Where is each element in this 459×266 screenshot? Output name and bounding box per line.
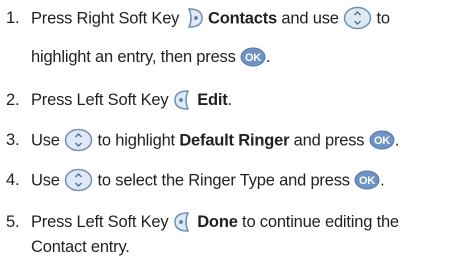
step-text: to select the Ringer Type and press	[93, 171, 355, 190]
step-1-line-1: Press Right Soft Key Contacts and use to	[31, 6, 390, 30]
step-4-line-1: Use to select the Ringer Type and press …	[31, 168, 385, 192]
step-number: 2.	[6, 91, 20, 109]
step-text: .	[266, 48, 271, 66]
step-text: and press	[289, 131, 369, 150]
step-2-line-1: Press Left Soft Key Edit.	[31, 89, 232, 111]
step-text: Use	[31, 171, 65, 190]
svg-text:OK: OK	[245, 52, 261, 64]
right-soft-key-icon	[184, 7, 204, 29]
left-soft-key-icon	[173, 89, 193, 111]
step-text: .	[394, 131, 400, 150]
step-text: Press Left Soft Key	[31, 213, 173, 231]
step-5-line-1: Press Left Soft Key Done to continue edi…	[31, 211, 399, 233]
done-label: Done	[197, 213, 238, 231]
step-number: 5.	[6, 213, 20, 231]
step-number: 4.	[6, 171, 20, 189]
navigation-key-icon	[343, 6, 372, 30]
step-text: Use	[31, 131, 65, 150]
step-text: to highlight	[93, 131, 180, 150]
step-1-line-2: highlight an entry, then press OK.	[31, 46, 271, 68]
navigation-key-icon	[64, 128, 93, 152]
step-number: 3.	[6, 131, 20, 149]
contacts-label: Contacts	[208, 9, 278, 28]
step-text: to continue editing the	[237, 213, 399, 231]
step-text: and use	[277, 9, 344, 28]
instruction-document: 1. Press Right Soft Key Contacts and use…	[0, 0, 459, 266]
svg-text:OK: OK	[359, 175, 375, 187]
ok-key-icon: OK	[240, 47, 266, 67]
step-text: highlight an entry, then press	[31, 48, 241, 66]
default-ringer-label: Default Ringer	[179, 131, 290, 150]
edit-label: Edit	[197, 91, 228, 109]
step-3-line-1: Use to highlight Default Ringer and pres…	[31, 128, 400, 152]
step-number: 1.	[6, 9, 20, 27]
step-text: Press Right Soft Key	[31, 9, 184, 28]
step-5-line-2: Contact entry.	[31, 236, 130, 258]
step-text: to	[372, 9, 390, 28]
step-text: .	[380, 171, 385, 190]
left-soft-key-icon	[173, 211, 193, 233]
svg-text:OK: OK	[374, 135, 390, 147]
navigation-key-icon	[64, 168, 93, 192]
step-text: Press Left Soft Key	[31, 91, 173, 109]
step-text: Contact entry.	[31, 238, 130, 256]
step-text: .	[227, 91, 233, 109]
ok-key-icon: OK	[354, 170, 380, 190]
ok-key-icon: OK	[369, 130, 395, 150]
